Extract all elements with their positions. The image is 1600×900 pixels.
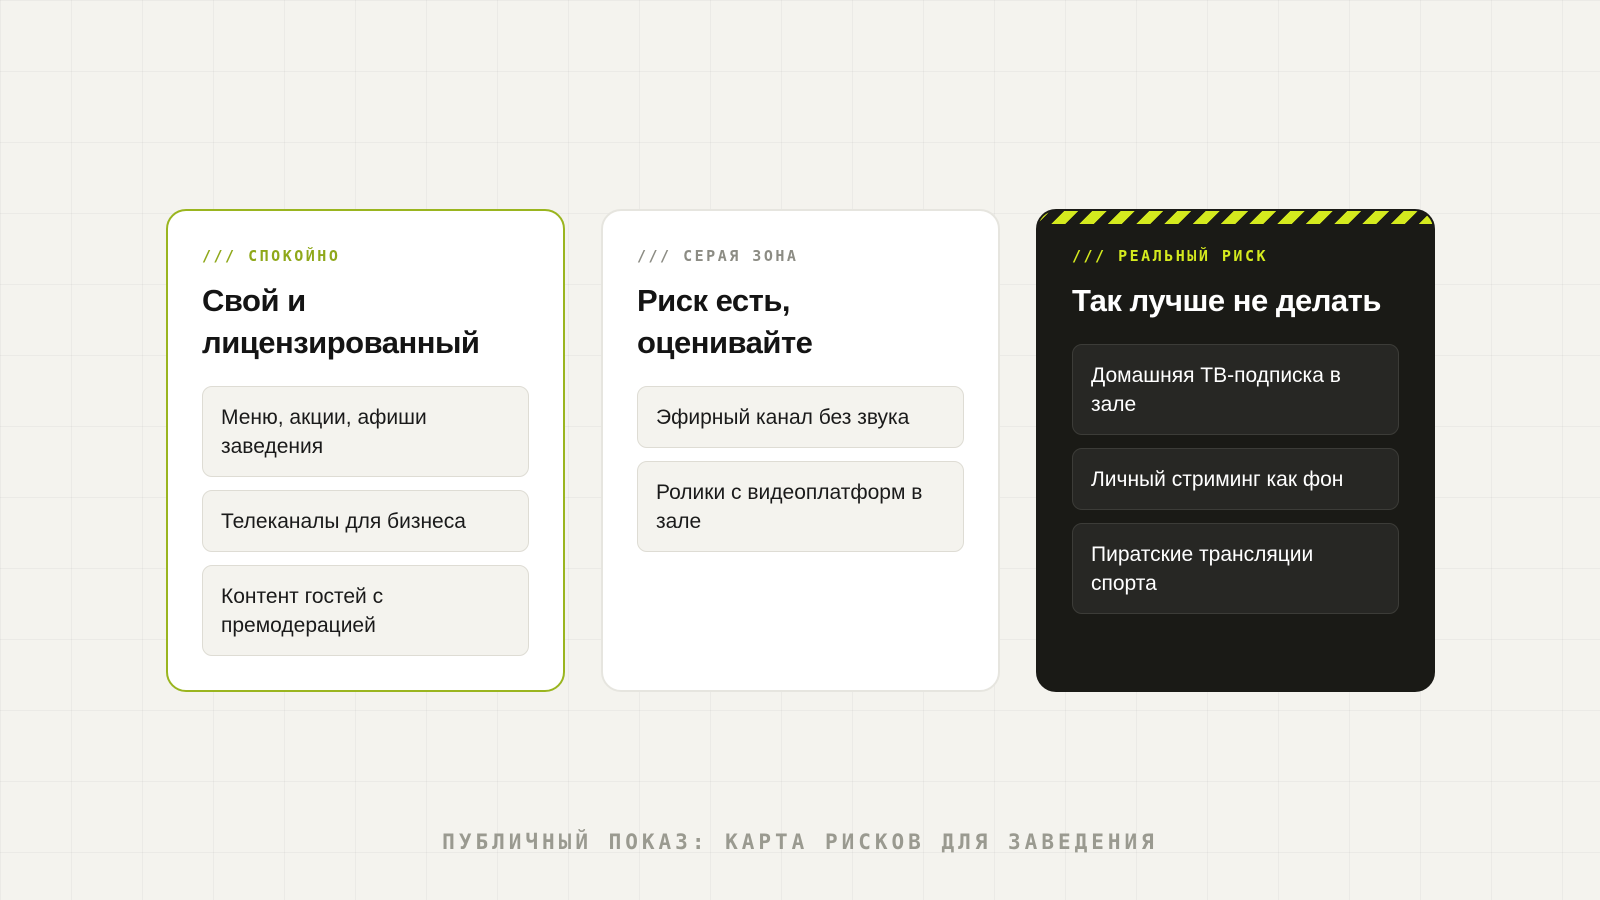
risk-map-board: /// СПОКОЙНО Свой и лицензированный Меню… — [166, 209, 1435, 692]
card-title: Так лучше не делать — [1072, 283, 1381, 318]
list-item: Телеканалы для бизнеса — [202, 490, 529, 552]
card-title: Риск есть, оценивайте — [637, 283, 813, 360]
item-list: Эфирный канал без звука Ролики с видеопл… — [637, 386, 964, 552]
card-tag: /// СЕРАЯ ЗОНА — [637, 247, 799, 265]
card-title: Свой и лицензированный — [202, 283, 480, 360]
grey-zone-card: /// СЕРАЯ ЗОНА Риск есть, оценивайте Эфи… — [601, 209, 1000, 692]
item-list: Меню, акции, афиши заведения Телеканалы … — [202, 386, 529, 656]
list-item: Пиратские трансляции спорта — [1072, 523, 1399, 614]
real-risk-card: /// РЕАЛЬНЫЙ РИСК Так лучше не делать До… — [1036, 209, 1435, 692]
item-list: Домашняя ТВ-подписка в зале Личный стрим… — [1072, 344, 1399, 614]
list-item: Домашняя ТВ-подписка в зале — [1072, 344, 1399, 435]
calm-card: /// СПОКОЙНО Свой и лицензированный Меню… — [166, 209, 565, 692]
list-item: Ролики с видеоплатформ в зале — [637, 461, 964, 552]
list-item: Меню, акции, афиши заведения — [202, 386, 529, 477]
footer-caption: ПУБЛИЧНЫЙ ПОКАЗ: КАРТА РИСКОВ ДЛЯ ЗАВЕДЕ… — [442, 830, 1158, 854]
list-item: Эфирный канал без звука — [637, 386, 964, 448]
list-item: Личный стриминг как фон — [1072, 448, 1399, 510]
hazard-stripe — [1038, 211, 1433, 224]
list-item: Контент гостей с премодерацией — [202, 565, 529, 656]
card-tag: /// СПОКОЙНО — [202, 247, 341, 265]
card-tag: /// РЕАЛЬНЫЙ РИСК — [1072, 247, 1269, 265]
